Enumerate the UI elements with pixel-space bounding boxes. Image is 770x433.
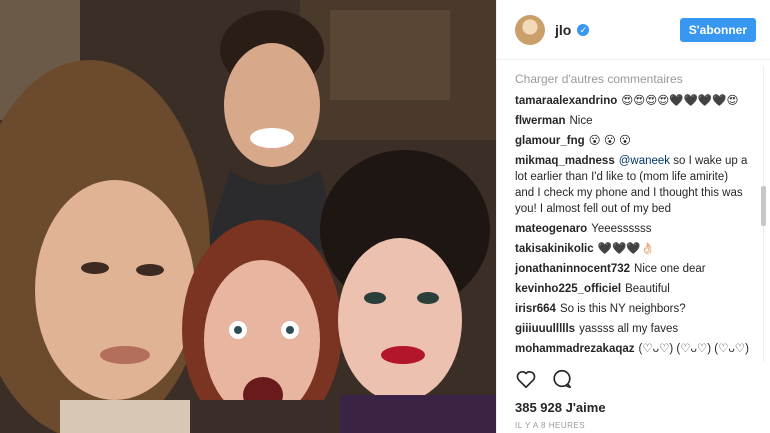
comment-item: glamour_fng 😮 😮 😮 [515, 133, 749, 149]
comment-text: Yeeessssss [591, 223, 652, 235]
comment-username[interactable]: glamour_fng [515, 135, 585, 147]
comment-item: takisakinikolic 🖤🖤🖤👌🏻 [515, 241, 749, 257]
comment-item: tamaraalexandrino 😍😍😍😍🖤🖤🖤🖤😍 [515, 93, 749, 109]
comment-username[interactable]: tamaraalexandrino [515, 95, 617, 107]
post-sidebar: jlo ✓ S'abonner Charger d'autres comment… [496, 0, 770, 433]
comment-username[interactable]: irisr664 [515, 303, 556, 315]
comment-text: Beautiful [625, 283, 670, 295]
comment-username[interactable]: kevinho225_officiel [515, 283, 621, 295]
comment-text: 🖤🖤🖤👌🏻 [597, 243, 655, 255]
comment-username[interactable]: takisakinikolic [515, 243, 594, 255]
post-actions [515, 368, 573, 390]
comment-username[interactable]: mohammadrezakaqaz [515, 343, 635, 355]
post-timestamp: IL Y A 8 HEURES [515, 421, 586, 430]
comment-text: 😮 😮 😮 [588, 135, 631, 147]
comment-item: kevinho225_officiel Beautiful [515, 281, 749, 297]
comment-text: yassss all my faves [579, 323, 679, 335]
comment-icon[interactable] [551, 368, 573, 390]
comment-text: So is this NY neighbors? [559, 303, 686, 315]
comment-item: jonathaninnocent732 Nice one dear [515, 261, 749, 277]
comment-text: (♡ᴗ♡) (♡ᴗ♡) (♡ᴗ♡) [638, 343, 749, 355]
comment-text: Nice [569, 115, 593, 127]
comment-item: mikmaq_madness @waneek so I wake up a lot… [515, 153, 749, 217]
comment-item: giiiuuullllls yassss all my faves [515, 321, 749, 337]
likes-count[interactable]: 385 928 J'aime [515, 400, 606, 415]
comment-mention[interactable]: @waneek [619, 155, 670, 167]
heart-icon[interactable] [515, 368, 537, 390]
comment-username[interactable]: jonathaninnocent732 [515, 263, 630, 275]
load-more-comments-link[interactable]: Charger d'autres commentaires [515, 72, 749, 86]
post-header: jlo ✓ S'abonner [497, 0, 770, 60]
comment-text: Nice one dear [634, 263, 706, 275]
comment-item: mateogenaro Yeeessssss [515, 221, 749, 237]
comment-item: irisr664 So is this NY neighbors? [515, 301, 749, 317]
comments-list: Charger d'autres commentaires tamaraalex… [497, 60, 757, 362]
comment-username[interactable]: giiiuuullllls [515, 323, 575, 335]
selfie-illustration [0, 0, 496, 433]
avatar[interactable] [515, 14, 545, 45]
verified-badge-icon: ✓ [577, 23, 590, 36]
comment-item: flwerman Nice [515, 113, 749, 129]
follow-button[interactable]: S'abonner [679, 17, 756, 42]
post-photo[interactable] [0, 0, 496, 433]
comments-scrollbar[interactable] [761, 66, 766, 362]
comment-text: 😍😍😍😍🖤🖤🖤🖤😍 [621, 95, 739, 107]
comment-username[interactable]: mateogenaro [515, 223, 587, 235]
username[interactable]: jlo [555, 22, 571, 38]
comment-item: mohammadrezakaqaz (♡ᴗ♡) (♡ᴗ♡) (♡ᴗ♡) [515, 341, 749, 357]
comment-username[interactable]: mikmaq_madness [515, 155, 615, 167]
instagram-post: jlo ✓ S'abonner Charger d'autres comment… [0, 0, 770, 433]
scrollbar-thumb[interactable] [761, 186, 766, 226]
comment-username[interactable]: flwerman [515, 115, 566, 127]
